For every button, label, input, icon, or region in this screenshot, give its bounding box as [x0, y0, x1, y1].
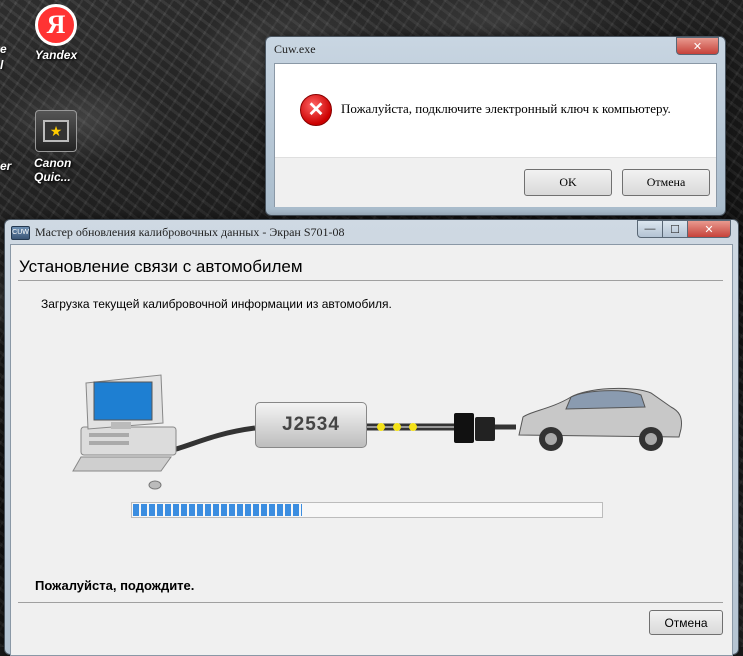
window-title: Мастер обновления калибровочных данных -…: [35, 225, 345, 239]
j2534-device: J2534: [255, 402, 367, 448]
window-close-button[interactable]: ✕: [687, 220, 731, 238]
canon-quick-menu-icon: ★: [35, 110, 77, 152]
wizard-cancel-button[interactable]: Отмена: [649, 610, 723, 635]
progress-bar: [131, 502, 603, 518]
signal-dot: [377, 423, 385, 431]
error-dialog: Cuw.exe ✕ ✕ Пожалуйста, подключите элект…: [265, 36, 726, 216]
dialog-button-bar: OK Отмена: [275, 157, 716, 207]
car-icon: [518, 387, 682, 451]
footer-divider: [18, 602, 723, 603]
obd-connector: [454, 413, 474, 443]
cancel-button[interactable]: Отмена: [622, 169, 710, 196]
dialog-title: Cuw.exe: [274, 42, 316, 56]
connection-illustration: [72, 374, 682, 490]
desktop-icon-label: Canon Quic...: [34, 156, 72, 184]
computer-icon: [72, 374, 177, 490]
dialog-message: Пожалуйста, подключите электронный ключ …: [341, 101, 671, 116]
calibration-wizard-window: CUW Мастер обновления калибровочных данн…: [4, 219, 739, 656]
signal-dot: [393, 423, 401, 431]
error-icon: ✕: [300, 94, 332, 126]
dialog-client-area: ✕ Пожалуйста, подключите электронный клю…: [274, 63, 717, 207]
maximize-button[interactable]: ☐: [662, 220, 688, 238]
yandex-icon: Я: [35, 4, 77, 46]
desktop-icon-label: Yandex: [34, 48, 78, 62]
desktop-icon-cut-label: e: [0, 42, 7, 56]
desktop-icon-canon-quick-menu[interactable]: ★ Canon Quic...: [16, 104, 96, 184]
progress-fill: [133, 504, 303, 516]
wait-message: Пожалуйста, подождите.: [35, 578, 195, 593]
ok-button[interactable]: OK: [524, 169, 612, 196]
dialog-close-button[interactable]: ✕: [676, 37, 719, 55]
obd-connector: [475, 417, 495, 441]
close-icon: ✕: [704, 223, 714, 236]
signal-dot: [409, 423, 417, 431]
app-icon: CUW: [11, 226, 30, 240]
desktop-icon-yandex[interactable]: Я Yandex: [16, 0, 96, 62]
minimize-icon: —: [644, 223, 656, 235]
desktop-icon-cut-label: l: [0, 58, 4, 72]
wizard-client-area: Установление связи с автомобилем Загрузк…: [10, 244, 733, 656]
minimize-button[interactable]: —: [637, 220, 663, 238]
close-icon: ✕: [692, 40, 703, 53]
desktop-icon-cut-label: er: [0, 159, 12, 173]
maximize-icon: ☐: [670, 223, 680, 236]
